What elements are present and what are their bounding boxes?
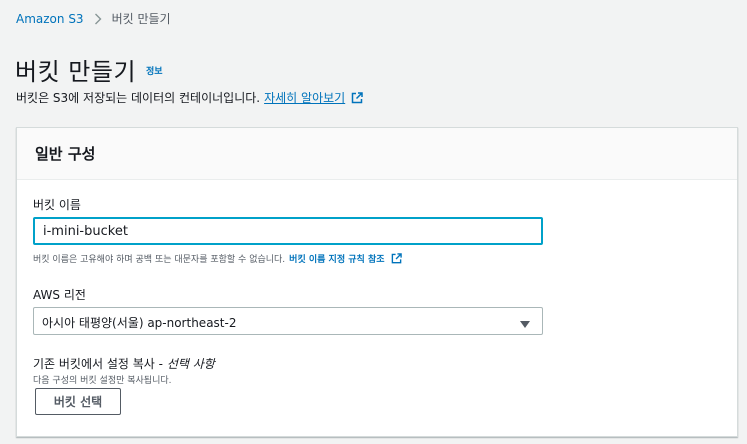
aws-region-select[interactable]: 아시아 태평양(서울) ap-northeast-2 xyxy=(33,307,543,335)
copy-settings-label-text: 기존 버킷에서 설정 복사 - xyxy=(33,357,167,371)
aws-region-label: AWS 리전 xyxy=(33,288,86,302)
breadcrumb-current: 버킷 만들기 xyxy=(111,12,171,26)
bucket-name-hint-text: 버킷 이름은 고유해야 하며 공백 또는 대문자를 포함할 수 없습니다. xyxy=(33,255,286,265)
breadcrumb-amazon-s3[interactable]: Amazon S3 xyxy=(16,12,84,26)
description-text: 버킷은 S3에 저장되는 데이터의 컨테이너입니다. xyxy=(16,91,261,105)
caret-down-icon xyxy=(520,318,530,332)
bucket-naming-rules-link[interactable]: 버킷 이름 지정 규칙 참조 xyxy=(289,252,384,265)
chevron-right-icon xyxy=(94,13,102,25)
external-link-icon[interactable] xyxy=(351,91,363,104)
choose-bucket-button[interactable]: 버킷 선택 xyxy=(35,388,121,415)
bucket-name-hint: 버킷 이름은 고유해야 하며 공백 또는 대문자를 포함할 수 없습니다. 버킷… xyxy=(33,252,402,265)
bucket-name-label: 버킷 이름 xyxy=(33,198,81,212)
aws-region-selected: 아시아 태평양(서울) ap-northeast-2 xyxy=(42,316,237,330)
panel-title: 일반 구성 xyxy=(35,145,96,163)
info-link[interactable]: 정보 xyxy=(146,64,163,77)
copy-settings-label: 기존 버킷에서 설정 복사 - 선택 사항 xyxy=(33,355,215,372)
bucket-name-input[interactable]: i-mini-bucket xyxy=(33,217,543,245)
breadcrumb: Amazon S3 버킷 만들기 xyxy=(16,10,171,27)
general-configuration-panel: 일반 구성 버킷 이름 i-mini-bucket 버킷 이름은 고유해야 하며… xyxy=(16,127,738,437)
external-link-icon[interactable] xyxy=(391,253,402,264)
copy-settings-hint: 다음 구성의 버킷 설정만 복사됩니다. xyxy=(33,376,172,386)
panel-header: 일반 구성 xyxy=(17,128,737,180)
page-title: 버킷 만들기 xyxy=(15,58,137,86)
optional-label: 선택 사항 xyxy=(166,357,215,371)
page-description: 버킷은 S3에 저장되는 데이터의 컨테이너입니다. 자세히 알아보기 xyxy=(16,89,363,106)
learn-more-link[interactable]: 자세히 알아보기 xyxy=(264,89,345,106)
